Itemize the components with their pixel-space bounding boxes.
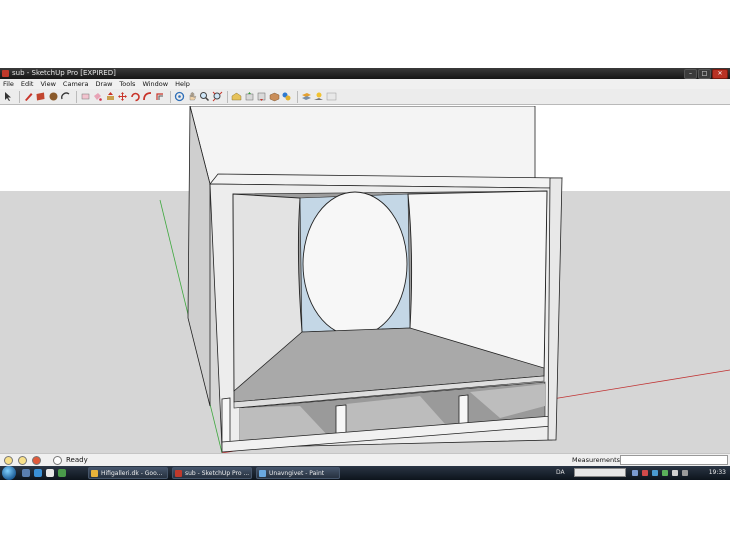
toolbar-separator xyxy=(296,90,298,103)
window-controls: – □ ✕ xyxy=(684,69,728,79)
get-models-icon[interactable] xyxy=(256,91,267,102)
sign-in-icon[interactable] xyxy=(32,456,41,465)
status-bar: Ready Measurements xyxy=(0,453,730,467)
taskbar-button-label: Hifigalleri.dk - Goo... xyxy=(101,470,163,477)
taskbar-clock[interactable]: 19:33 xyxy=(709,469,726,476)
menu-window[interactable]: Window xyxy=(142,80,168,88)
rotate-icon[interactable] xyxy=(130,91,141,102)
menu-view[interactable]: View xyxy=(40,80,55,88)
pan-hand-icon[interactable] xyxy=(187,91,198,102)
title-bar: sub - SketchUp Pro [EXPIRED] – □ ✕ xyxy=(0,68,730,79)
system-tray: DA 19:33 xyxy=(552,466,730,480)
toolbar-separator xyxy=(18,90,20,103)
share-model-icon[interactable] xyxy=(244,91,255,102)
sketchup-app-icon xyxy=(2,70,9,77)
taskbar-button-label: Unavngivet - Paint xyxy=(269,470,325,477)
push-pull-icon[interactable] xyxy=(105,91,116,102)
ie-icon[interactable] xyxy=(34,469,42,477)
orbit-icon[interactable] xyxy=(174,91,185,102)
offset-icon[interactable] xyxy=(155,91,166,102)
chrome-icon xyxy=(91,470,98,477)
arc-icon[interactable] xyxy=(60,91,71,102)
select-arrow-icon[interactable] xyxy=(3,91,14,102)
taskbar-button-sketchup[interactable]: sub - SketchUp Pro ... xyxy=(172,467,252,479)
3d-warehouse-icon[interactable] xyxy=(231,91,242,102)
shadows-icon[interactable] xyxy=(313,91,324,102)
status-text: Ready xyxy=(66,456,88,464)
maximize-button[interactable]: □ xyxy=(698,69,711,79)
main-toolbar xyxy=(0,89,730,105)
zoom-icon[interactable] xyxy=(199,91,210,102)
subwoofer-model-drawing xyxy=(0,106,730,453)
modeling-viewport[interactable] xyxy=(0,106,730,453)
geo-location-icon[interactable] xyxy=(4,456,13,465)
menu-tools[interactable]: Tools xyxy=(119,80,135,88)
tray-arrows-icon[interactable] xyxy=(632,470,638,476)
menu-help[interactable]: Help xyxy=(175,80,190,88)
subwoofer-enclosure xyxy=(187,106,563,453)
fog-icon[interactable] xyxy=(326,91,337,102)
tray-volume-icon[interactable] xyxy=(672,470,678,476)
tray-app-icon[interactable] xyxy=(662,470,668,476)
paint-bucket-icon[interactable] xyxy=(92,91,103,102)
rectangle-icon[interactable] xyxy=(35,91,46,102)
menu-edit[interactable]: Edit xyxy=(21,80,34,88)
minimize-button[interactable]: – xyxy=(684,69,697,79)
start-button[interactable] xyxy=(2,466,16,480)
window-title: sub - SketchUp Pro [EXPIRED] xyxy=(12,69,116,77)
windows-taskbar: Hifigalleri.dk - Goo... sub - SketchUp P… xyxy=(0,466,730,480)
zoom-extents-icon[interactable] xyxy=(212,91,223,102)
taskbar-button-label: sub - SketchUp Pro ... xyxy=(185,470,250,477)
pencil-line-icon[interactable] xyxy=(23,91,34,102)
section-plane-icon[interactable] xyxy=(301,91,312,102)
sketchup-icon xyxy=(175,470,182,477)
close-button[interactable]: ✕ xyxy=(712,69,728,79)
styles-icon[interactable] xyxy=(281,91,292,102)
menu-file[interactable]: File xyxy=(3,80,14,88)
tray-security-icon[interactable] xyxy=(642,470,648,476)
toolbar-separator xyxy=(75,90,77,103)
help-icon[interactable] xyxy=(53,456,62,465)
follow-me-icon[interactable] xyxy=(142,91,153,102)
circle-icon[interactable] xyxy=(48,91,59,102)
measurements-label: Measurements xyxy=(572,456,621,464)
taskbar-button-paint[interactable]: Unavngivet - Paint xyxy=(256,467,340,479)
components-icon[interactable] xyxy=(269,91,280,102)
explorer-icon[interactable] xyxy=(46,469,54,477)
show-desktop-icon[interactable] xyxy=(22,469,30,477)
media-icon[interactable] xyxy=(58,469,66,477)
paint-icon xyxy=(259,470,266,477)
toolbar-separator xyxy=(170,90,171,103)
menu-bar: File Edit View Camera Draw Tools Window … xyxy=(0,79,730,89)
taskbar-button-browser[interactable]: Hifigalleri.dk - Goo... xyxy=(88,467,168,479)
menu-draw[interactable]: Draw xyxy=(95,80,112,88)
measurements-input[interactable] xyxy=(620,455,728,465)
sketchup-screen: sub - SketchUp Pro [EXPIRED] – □ ✕ File … xyxy=(0,68,730,480)
menu-camera[interactable]: Camera xyxy=(63,80,89,88)
eraser-icon[interactable] xyxy=(80,91,91,102)
credits-icon[interactable] xyxy=(18,456,27,465)
tray-search-box[interactable] xyxy=(574,468,626,477)
move-icon[interactable] xyxy=(117,91,128,102)
language-indicator[interactable]: DA xyxy=(556,469,565,476)
toolbar-separator xyxy=(227,90,228,103)
tray-power-icon[interactable] xyxy=(682,470,688,476)
tray-network-icon[interactable] xyxy=(652,470,658,476)
